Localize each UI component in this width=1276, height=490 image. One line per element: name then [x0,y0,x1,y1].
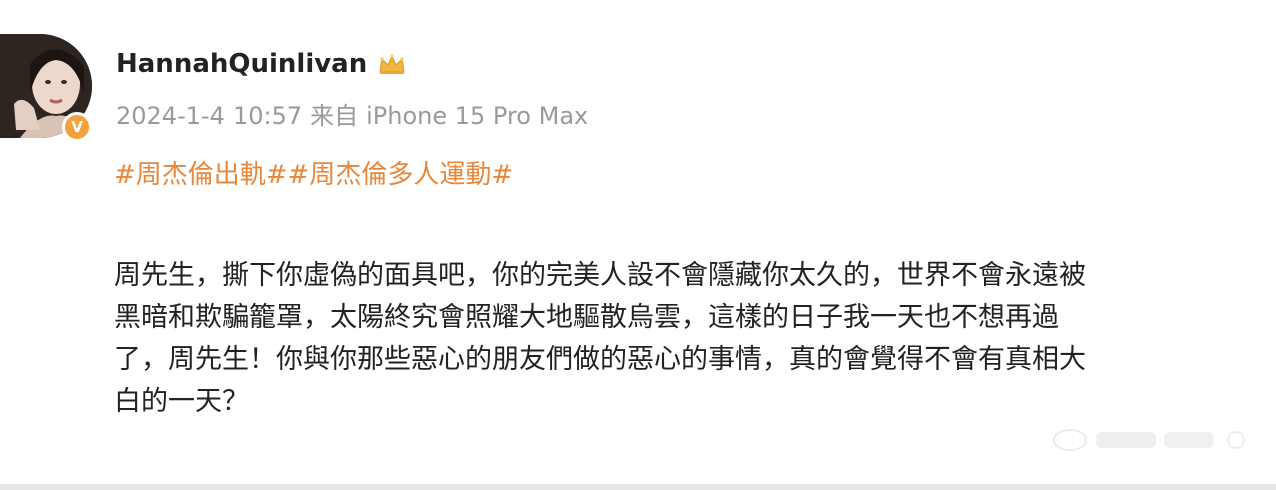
hashtags[interactable]: #周杰倫出軌##周杰倫多人運動# [114,154,513,191]
content-line: 黑暗和欺騙籠罩，太陽終究會照耀大地驅散烏雲，這樣的日子我一天也不想再過 [114,302,1059,333]
post-time: 10:57 [232,102,303,130]
post-source-label: 来自 [310,102,359,130]
content-line: 周先生，撕下你虛偽的面具吧，你的完美人設不會隱藏你太久的，世界不會永遠被 [114,260,1086,291]
crown-icon[interactable] [377,52,407,76]
weibo-post: V HannahQuinlivan 2024-1-4 10:57 来自 iPhone … [0,0,1276,490]
post-meta: 2024-1-4 10:57 来自 iPhone 15 Pro Max [116,96,596,131]
username[interactable]: HannahQuinlivan [116,49,367,79]
username-row: HannahQuinlivan [116,42,407,86]
content-line: 了，周先生！你與你那些惡心的朋友們做的惡心的事情，真的會覺得不會有真相大 [114,344,1086,375]
content-line: 白的一天？ [114,386,249,417]
post-content: 周先生，撕下你虛偽的面具吧，你的完美人設不會隱藏你太久的，世界不會永遠被 黑暗和… [114,255,1254,423]
verified-badge-icon: V [62,112,92,142]
avatar-container[interactable]: V [0,34,94,144]
post-device[interactable]: iPhone 15 Pro Max [366,102,588,130]
bottom-divider [0,484,1276,490]
watermark-icon [1053,429,1245,451]
post-date: 2024-1-4 [116,102,225,130]
